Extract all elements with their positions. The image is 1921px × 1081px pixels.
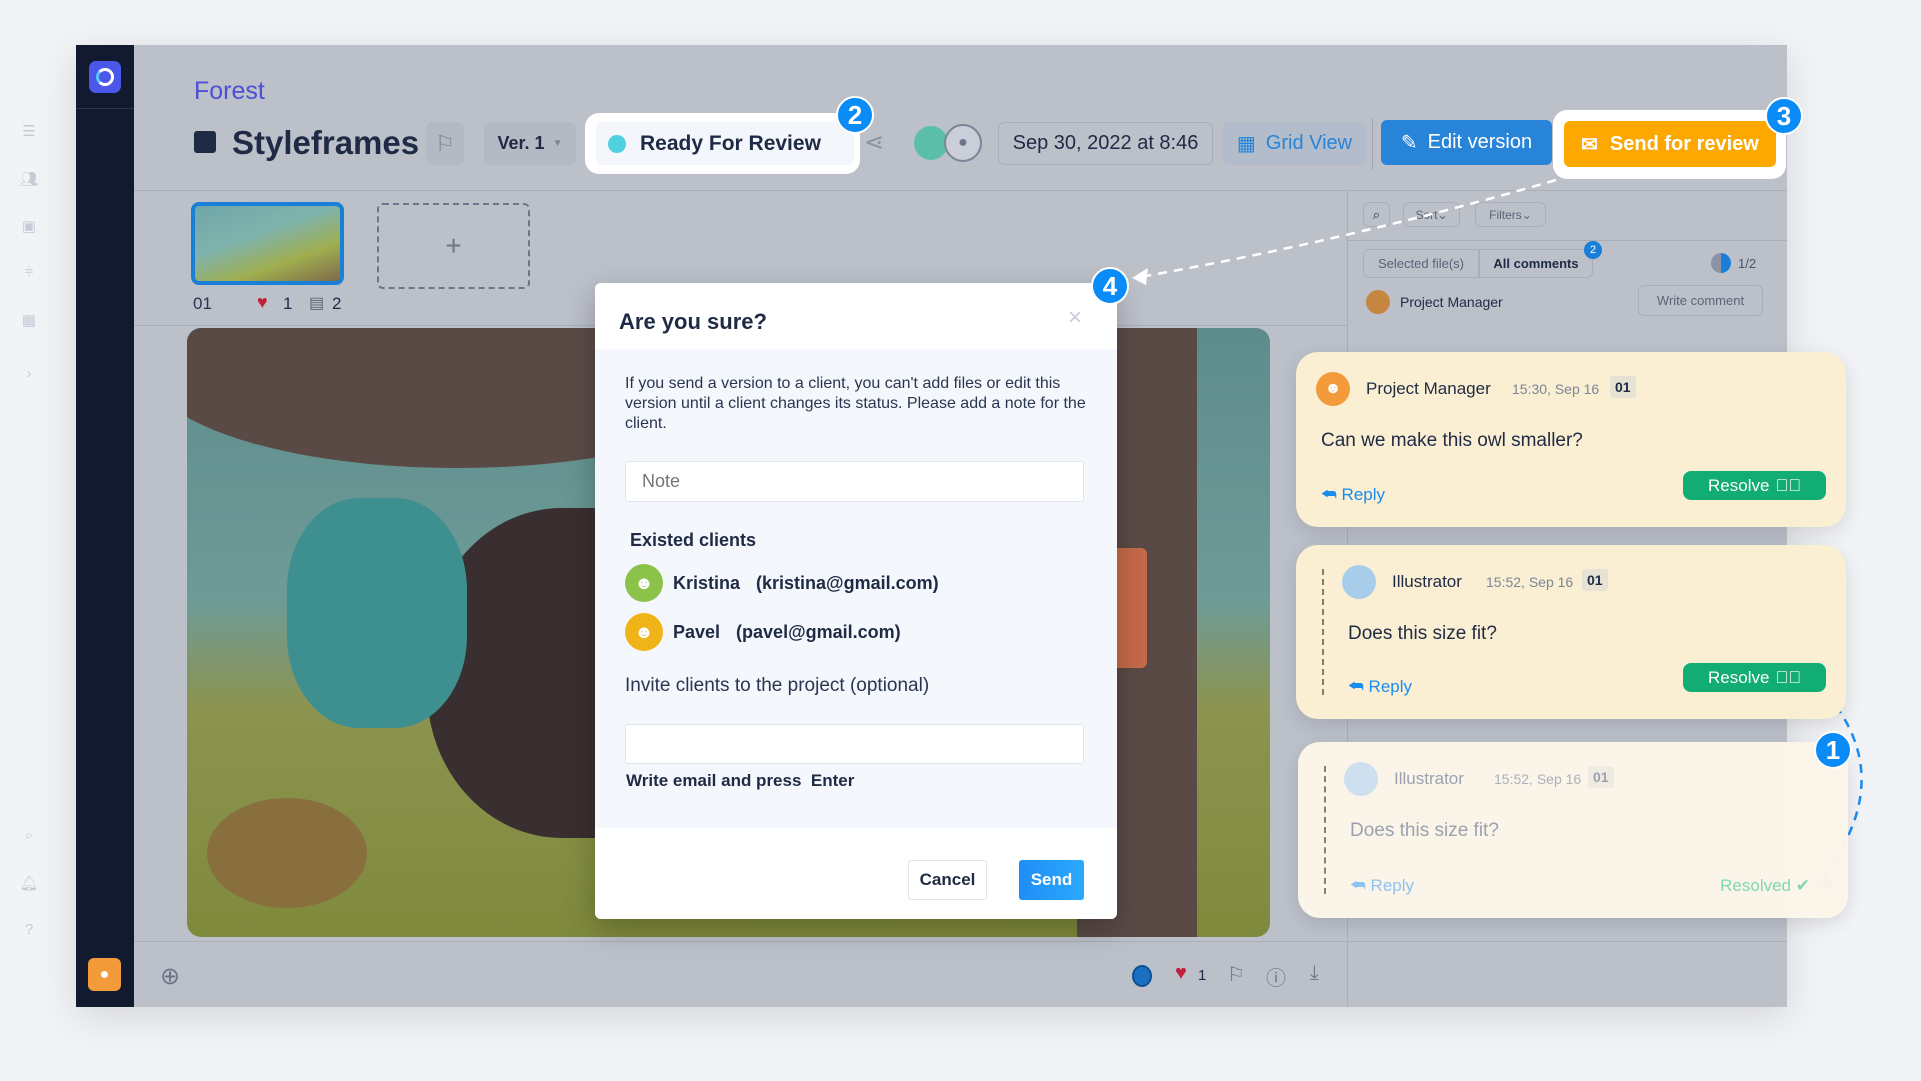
reply-link[interactable]: ⮪ Reply xyxy=(1350,876,1414,896)
comment-author: Project Manager xyxy=(1366,379,1491,398)
reply-icon: ⮪ xyxy=(1350,876,1371,895)
comment-time: 15:30, Sep 16 xyxy=(1512,381,1600,397)
resolved-label: Resolved xyxy=(1720,876,1792,895)
author-avatar: ☻ xyxy=(1316,372,1350,406)
resolve-label: Resolve xyxy=(1708,667,1770,687)
comment-card-resolved: Illustrator 15:52, Sep 16 01 Does this s… xyxy=(1298,742,1848,918)
check-circle-icon: ✓⃝ xyxy=(1775,667,1801,687)
resolve-button[interactable]: Resolve ✓⃝ xyxy=(1683,663,1826,692)
comment-time: 15:52, Sep 16 xyxy=(1486,574,1574,590)
reply-link[interactable]: ⮪ Reply xyxy=(1348,677,1412,697)
reply-label: Reply xyxy=(1341,485,1386,504)
reply-label: Reply xyxy=(1370,876,1415,895)
resolve-button[interactable]: Resolve ✓⃝ xyxy=(1683,471,1826,500)
comment-card: Illustrator 15:52, Sep 16 01 Does this s… xyxy=(1296,545,1846,719)
check-circle-icon: ✓⃝ xyxy=(1775,475,1801,495)
comment-text: Does this size fit? xyxy=(1348,623,1497,644)
comment-file-badge: 01 xyxy=(1610,376,1636,398)
author-avatar xyxy=(1344,762,1378,796)
comment-time: 15:52, Sep 16 xyxy=(1494,771,1582,787)
reply-icon: ⮪ xyxy=(1321,485,1342,504)
resolve-label: Resolve xyxy=(1708,475,1770,495)
comment-file-badge: 01 xyxy=(1588,766,1614,788)
resolved-status: Resolved ✔ xyxy=(1720,876,1810,896)
author-avatar xyxy=(1342,565,1376,599)
comment-text: Does this size fit? xyxy=(1350,820,1499,841)
reply-label: Reply xyxy=(1368,677,1413,696)
reply-link[interactable]: ⮪ Reply xyxy=(1321,485,1385,505)
arrow-3-to-4 xyxy=(1139,178,1557,279)
comment-author: Illustrator xyxy=(1392,572,1462,591)
comment-author: Illustrator xyxy=(1394,769,1464,788)
comment-file-badge: 01 xyxy=(1582,569,1608,591)
comment-text: Can we make this owl smaller? xyxy=(1321,430,1583,451)
step-badge-1: 1 xyxy=(1814,731,1852,769)
reply-icon: ⮪ xyxy=(1348,677,1369,696)
annotation-arrows xyxy=(1132,178,1863,890)
check-circle-icon: ✔ xyxy=(1795,876,1810,895)
arrow-head xyxy=(1132,268,1148,285)
comment-card: ☻ Project Manager 15:30, Sep 16 01 Can w… xyxy=(1296,352,1846,527)
